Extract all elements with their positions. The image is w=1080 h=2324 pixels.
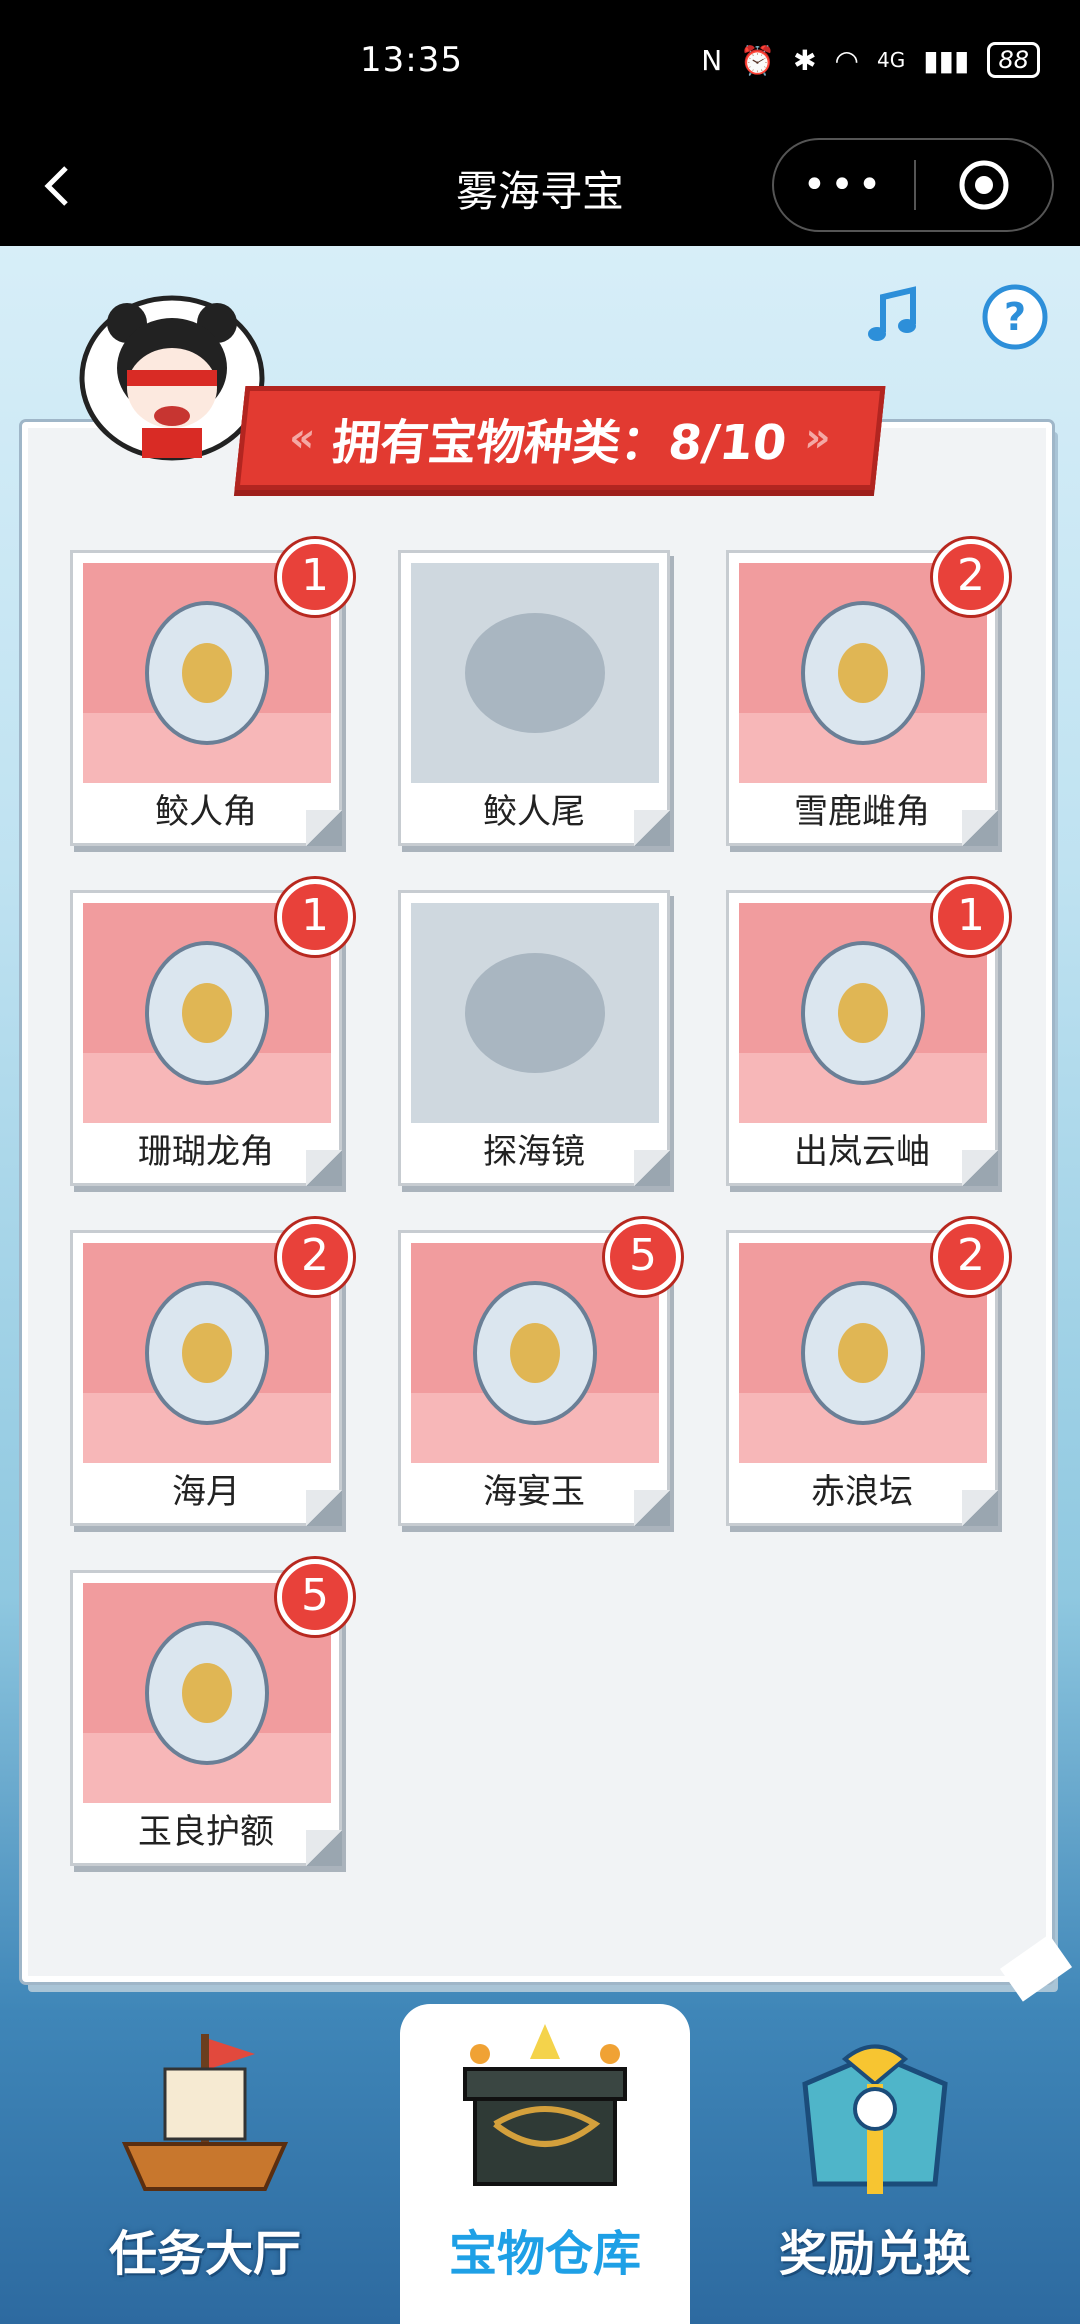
miniapp-capsule: ••• <box>772 138 1054 232</box>
tab-reward-exchange[interactable]: 奖励兑换 <box>710 2004 1040 2324</box>
count-badge: 5 <box>605 1219 681 1295</box>
nfc-icon: N <box>701 43 723 77</box>
alarm-icon: ⏰ <box>740 43 776 77</box>
svg-text:?: ? <box>1004 295 1026 339</box>
tab-treasure-warehouse[interactable]: 宝物仓库 <box>400 2004 690 2324</box>
count-badge: 1 <box>277 539 353 615</box>
telescope-icon <box>411 903 659 1123</box>
ship-icon <box>121 2034 289 2191</box>
network-label: 4G <box>876 48 906 72</box>
tab-task-hall[interactable]: 任务大厅 <box>40 2004 370 2324</box>
treasure-name: 珊瑚龙角 <box>138 1132 274 1172</box>
count-badge: 1 <box>933 879 1009 955</box>
page-fold <box>634 810 670 846</box>
treasure-card[interactable]: 赤浪坛 2 <box>726 1219 1009 1526</box>
treasure-name: 海月 <box>172 1472 240 1512</box>
treasure-card[interactable]: 海宴玉 5 <box>398 1219 681 1526</box>
tab-label: 宝物仓库 <box>448 2226 641 2282</box>
treasure-card[interactable]: 海月 2 <box>70 1219 353 1526</box>
page-fold <box>306 1490 342 1526</box>
treasure-name: 探海镜 <box>483 1132 585 1172</box>
banner-left-arrow-icon: « <box>286 415 318 461</box>
tail-icon <box>411 563 659 783</box>
treasure-name: 赤浪坛 <box>811 1472 913 1512</box>
page-fold <box>306 810 342 846</box>
treasure-name: 雪鹿雌角 <box>794 792 930 832</box>
music-icon[interactable] <box>858 282 928 352</box>
treasure-card[interactable]: 珊瑚龙角 1 <box>70 879 353 1186</box>
status-bar: 13:35 N ⏰ ✱ ◠ 4G ▮▮▮ 88 <box>0 0 1080 130</box>
banner-right-arrow-icon: » <box>802 415 834 461</box>
treasure-name: 出岚云岫 <box>794 1132 930 1172</box>
page-fold <box>634 1490 670 1526</box>
more-button[interactable]: ••• <box>774 162 914 208</box>
tab-label: 奖励兑换 <box>778 2226 971 2282</box>
tab-label: 任务大厅 <box>108 2226 301 2282</box>
count-badge: 2 <box>933 539 1009 615</box>
status-time: 13:35 <box>360 40 463 80</box>
nav-bar: 雾海寻宝 ••• <box>0 130 1080 246</box>
help-icon[interactable]: ? <box>980 282 1050 352</box>
page-fold <box>306 1830 342 1866</box>
treasure-card[interactable]: 出岚云岫 1 <box>726 879 1009 1186</box>
treasure-card[interactable]: 鲛人角 1 <box>70 539 353 846</box>
signal-icon: ▮▮▮ <box>923 43 970 77</box>
game-area: ? 鲛人角 1 鲛人尾 雪鹿雌角 2 珊瑚龙角 1 探海镜 出岚云岫 1 海月 2 海宴玉 5 赤浪坛 2 玉良… <box>0 246 1080 2324</box>
page-fold <box>962 1490 998 1526</box>
page-fold <box>306 1150 342 1186</box>
status-icons: N ⏰ ✱ ◠ 4G ▮▮▮ 88 <box>701 42 1040 78</box>
close-miniapp-button[interactable] <box>916 158 1052 212</box>
count-badge: 5 <box>277 1559 353 1635</box>
page-fold <box>962 810 998 846</box>
treasure-name: 玉良护额 <box>138 1812 274 1852</box>
count-badge: 2 <box>277 1219 353 1295</box>
chest-icon <box>463 2024 627 2186</box>
bluetooth-icon: ✱ <box>793 43 817 77</box>
treasure-card[interactable]: 雪鹿雌角 2 <box>726 539 1009 846</box>
wifi-icon: ◠ <box>834 43 859 77</box>
page-fold <box>962 1150 998 1186</box>
owned-types-banner: « 拥有宝物种类：8/10 » <box>234 386 886 490</box>
treasure-card[interactable]: 探海镜 <box>398 890 670 1186</box>
treasure-name: 鲛人尾 <box>483 792 585 832</box>
battery-level: 88 <box>987 42 1040 78</box>
page-fold <box>634 1150 670 1186</box>
treasure-panel: 鲛人角 1 鲛人尾 雪鹿雌角 2 珊瑚龙角 1 探海镜 出岚云岫 1 海月 2 海宴玉 5 赤浪坛 2 玉良护额… <box>22 422 1052 1982</box>
target-icon <box>959 160 1009 210</box>
treasure-name: 鲛人角 <box>155 792 257 832</box>
owned-types-text: 拥有宝物种类：8/10 <box>329 415 790 471</box>
treasure-card[interactable]: 玉良护额 5 <box>70 1559 353 1866</box>
count-badge: 1 <box>277 879 353 955</box>
treasure-name: 海宴玉 <box>483 1472 585 1512</box>
treasure-card[interactable]: 鲛人尾 <box>398 550 670 846</box>
count-badge: 2 <box>933 1219 1009 1295</box>
gift-icon <box>802 2044 948 2194</box>
